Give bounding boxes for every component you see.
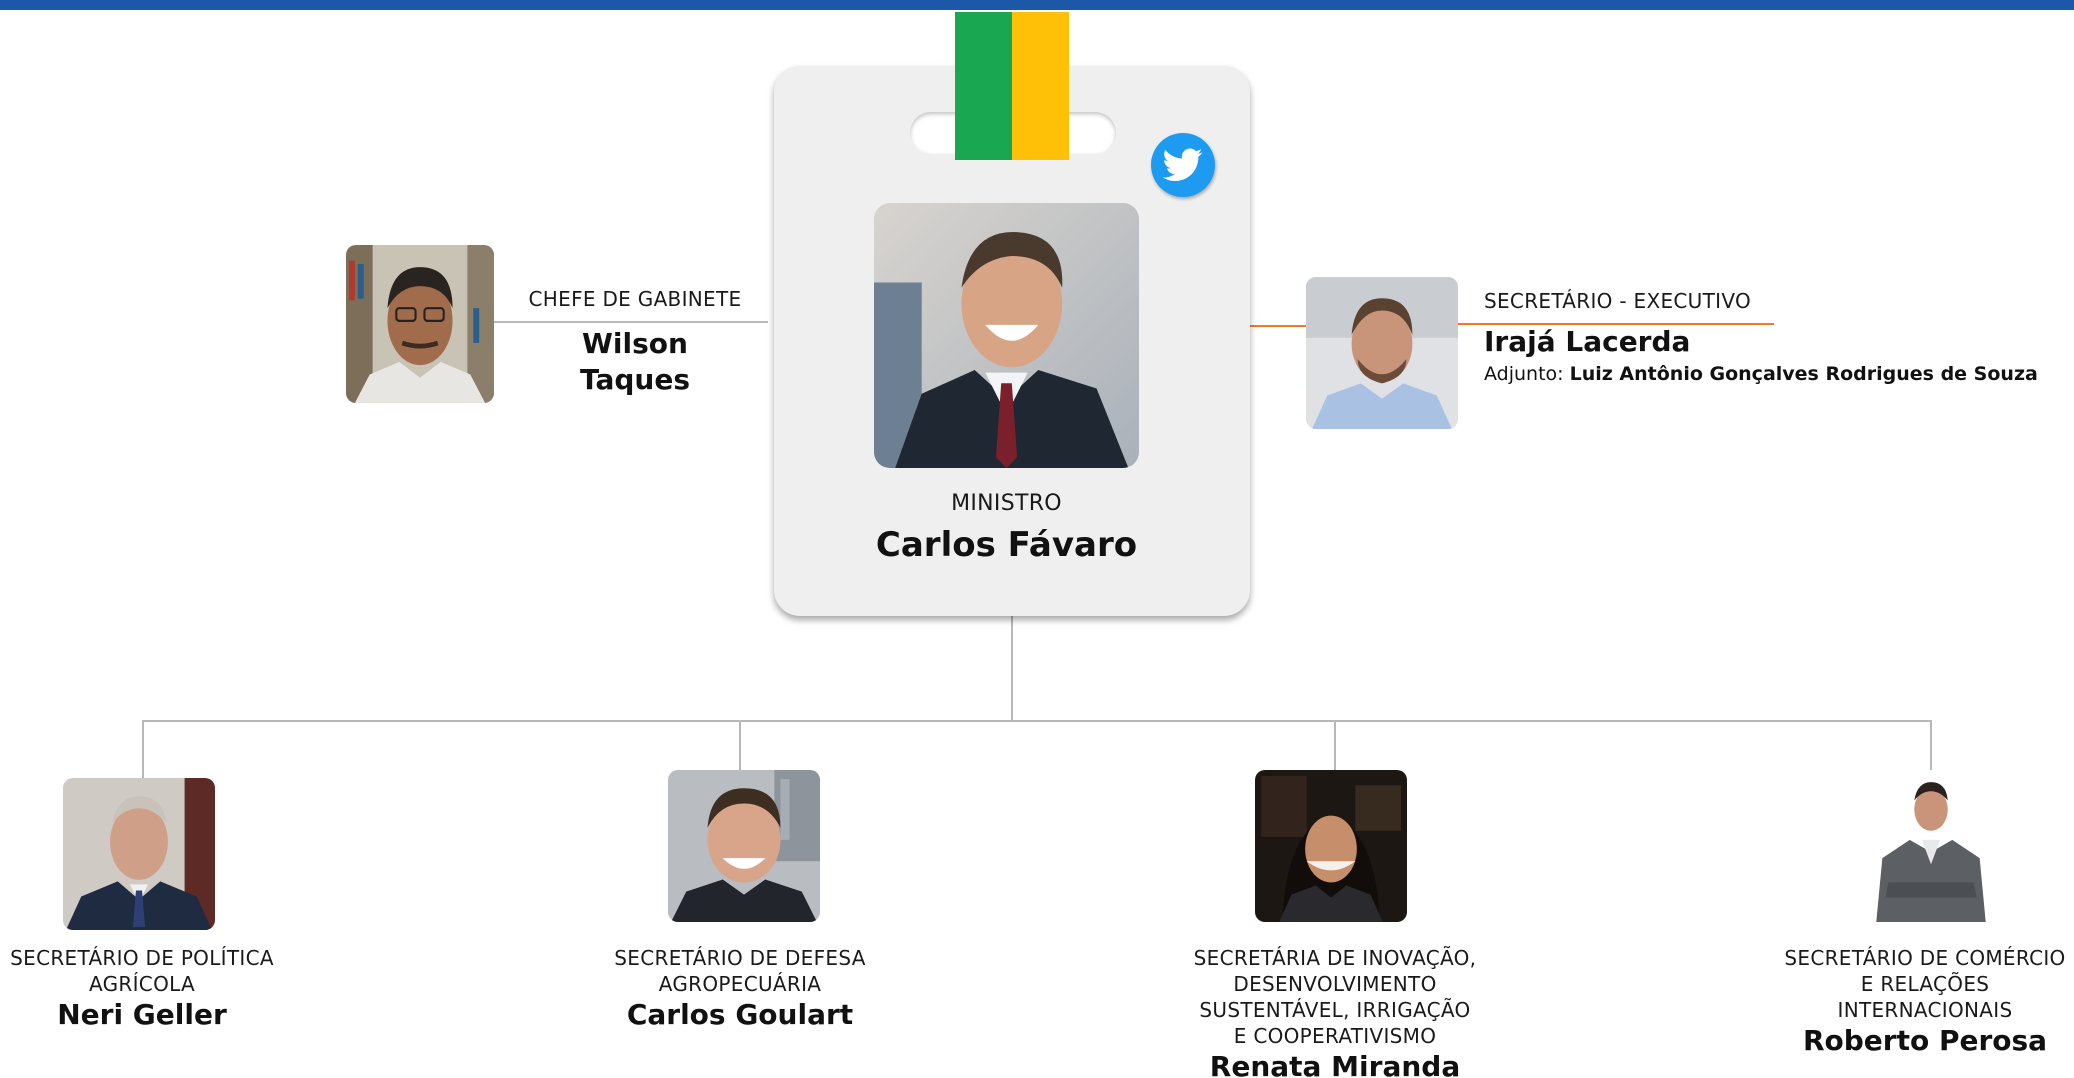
branch-connector xyxy=(142,720,1932,722)
executive-secretary-photo xyxy=(1306,277,1458,429)
deputy-label: Adjunto: xyxy=(1484,363,1564,386)
org-chart: MINISTRO Carlos Fávaro CHEFE DE GABINETE… xyxy=(0,0,2074,1078)
secretary-role-4: SECRETÁRIO DE COMÉRCIO E RELAÇÕES INTERN… xyxy=(1784,946,2066,1022)
secretary-photo-1 xyxy=(63,778,215,930)
secretary-photo-3 xyxy=(1255,770,1407,922)
executive-secretary-deputy: Adjunto: Luiz Antônio Gonçalves Rodrigue… xyxy=(1484,362,2064,387)
ribbon-yellow xyxy=(1012,12,1069,160)
secretary-role-2: SECRETÁRIO DE DEFESA AGROPECUÁRIA xyxy=(614,946,866,996)
secretary-name-3: Renata Miranda xyxy=(1209,1050,1461,1078)
minister-photo xyxy=(874,203,1139,468)
secretary-name-2: Carlos Goulart xyxy=(626,998,854,1031)
chief-of-staff-role: CHEFE DE GABINETE xyxy=(528,287,742,311)
chief-of-staff-label: CHEFE DE GABINETE Wilson Taques xyxy=(510,286,760,399)
branch-drop-4 xyxy=(1930,720,1932,770)
secretary-name-1: Neri Geller xyxy=(57,998,227,1031)
secretary-label-4: SECRETÁRIO DE COMÉRCIO E RELAÇÕES INTERN… xyxy=(1780,945,2070,1059)
chief-of-staff-name-line1: Wilson xyxy=(582,327,688,360)
deputy-name: Luiz Antônio Gonçalves Rodrigues de Souz… xyxy=(1569,363,2038,386)
minister-label: MINISTRO Carlos Fávaro xyxy=(874,490,1139,567)
chief-of-staff-photo xyxy=(346,245,494,403)
executive-secretary-name: Irajá Lacerda xyxy=(1484,325,1691,358)
secretary-label-3: SECRETÁRIA DE INOVAÇÃO, DESENVOLVIMENTO … xyxy=(1185,945,1485,1078)
branch-drop-2 xyxy=(739,720,741,770)
secretary-role-1: SECRETÁRIO DE POLÍTICA AGRÍCOLA xyxy=(10,946,274,996)
secretary-label-2: SECRETÁRIO DE DEFESA AGROPECUÁRIA Carlos… xyxy=(600,945,880,1033)
secretary-name-4: Roberto Perosa xyxy=(1802,1024,2048,1057)
chief-of-staff-name-line2: Taques xyxy=(579,363,691,397)
twitter-bird-icon[interactable] xyxy=(1151,133,1215,197)
branch-drop-3 xyxy=(1334,720,1336,770)
ribbon-green xyxy=(955,12,1012,160)
minister-name: Carlos Fávaro xyxy=(875,524,1138,565)
secretary-label-1: SECRETÁRIO DE POLÍTICA AGRÍCOLA Neri Gel… xyxy=(2,945,282,1033)
executive-secretary-label: SECRETÁRIO - EXECUTIVO Irajá Lacerda Adj… xyxy=(1484,288,2064,387)
trunk-connector xyxy=(1011,616,1013,720)
executive-secretary-role: SECRETÁRIO - EXECUTIVO xyxy=(1484,289,1752,313)
minister-role: MINISTRO xyxy=(951,491,1062,516)
branch-drop-1 xyxy=(142,720,144,778)
secretary-photo-4 xyxy=(1855,770,2007,922)
exec-connector-left xyxy=(1250,325,1308,327)
top-rule xyxy=(0,0,2074,10)
secretary-photo-2 xyxy=(668,770,820,922)
secretary-role-3: SECRETÁRIA DE INOVAÇÃO, DESENVOLVIMENTO … xyxy=(1193,946,1477,1048)
